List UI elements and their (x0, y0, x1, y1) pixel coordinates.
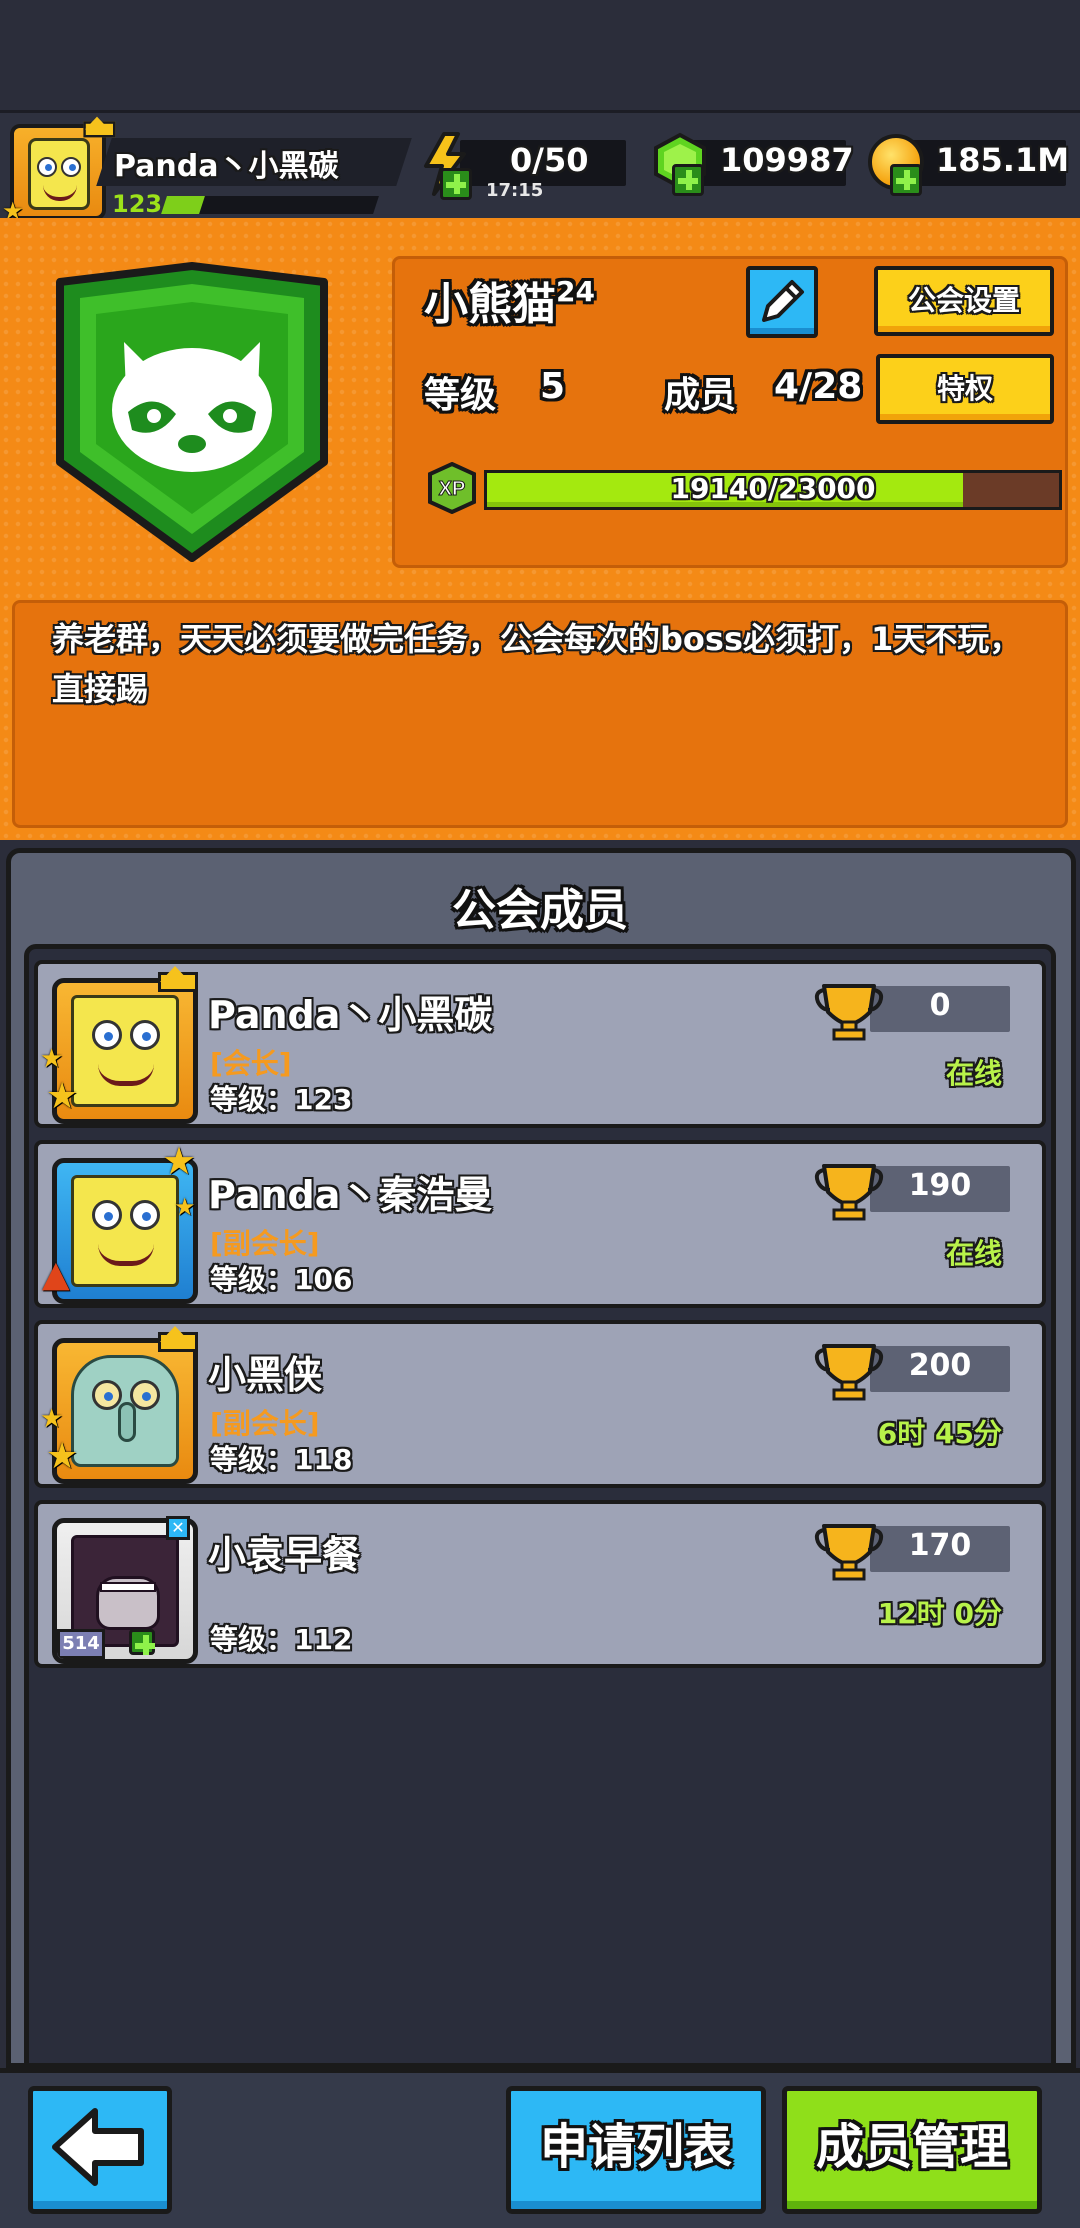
xp-icon-label: XP (439, 478, 466, 500)
eye-icon (61, 157, 81, 177)
member-name: Panda丶小黑碳 (208, 993, 493, 1037)
member-name: 小黑侠 (208, 1353, 323, 1397)
eye-icon (130, 1200, 160, 1230)
eye-icon (37, 157, 57, 177)
mouth-icon (98, 1244, 154, 1266)
close-icon[interactable]: ✕ (166, 1516, 190, 1540)
privilege-button[interactable]: 特权 (876, 354, 1054, 424)
members-title: 公会成员 (452, 885, 628, 936)
player-avatar[interactable] (10, 124, 106, 220)
eye-icon (92, 1200, 122, 1230)
member-status: 6时 45分 (877, 1417, 1002, 1450)
guild-xp-text: 19140/23000 (670, 472, 876, 505)
member-name: 小袁早餐 (208, 1533, 361, 1577)
status-area (0, 0, 1080, 110)
star-icon: ★ (40, 1404, 64, 1434)
spongebob-face (28, 138, 90, 210)
member-level: 等级：123 (210, 1083, 353, 1116)
member-score: 190 (908, 1168, 972, 1203)
eye-icon (92, 1020, 122, 1050)
pencil-icon (762, 280, 804, 322)
guild-name-superscript: 24 (556, 275, 595, 308)
gem-value: 109987 (720, 141, 854, 179)
back-arrow-icon (52, 2108, 144, 2186)
member-row[interactable]: ★ ★ 小黑侠 [副会长] 等级：118 200 6时 45分 (34, 1320, 1046, 1488)
guild-description: 养老群，天天必须要做完任务，公会每次的boss必须打，1天不玩，直接踢 (52, 620, 1022, 708)
guild-settings-button[interactable]: 公会设置 (874, 266, 1054, 336)
crown-icon (158, 1326, 198, 1352)
member-row[interactable]: ★ ★ Panda丶小黑碳 [会长] 等级：123 0 在线 (34, 960, 1046, 1128)
coin-value: 185.1M (936, 141, 1070, 179)
player-name: Panda丶小黑碳 (114, 149, 339, 184)
member-score: 170 (908, 1528, 972, 1563)
crown-icon (83, 116, 116, 138)
guild-members-value: 4/28 (774, 366, 863, 407)
member-status: 在线 (945, 1057, 1002, 1090)
guild-level-value: 5 (540, 366, 566, 407)
energy-timer: 17:15 (486, 180, 544, 201)
add-coins-icon[interactable] (890, 164, 922, 196)
guild-name: 小熊猫24 (424, 268, 595, 332)
star-icon: ★ (40, 1044, 64, 1074)
bandage-icon (100, 1582, 156, 1592)
guild-level-label: 等级 (424, 375, 497, 416)
member-level: 等级：106 (210, 1263, 353, 1296)
tent-icon: ▲ (42, 1254, 70, 1295)
member-manage-button[interactable]: 成员管理 (782, 2086, 1042, 2214)
star-icon: ★ (46, 1436, 79, 1477)
apply-list-button[interactable]: 申请列表 (506, 2086, 766, 2214)
eye-icon (130, 1020, 160, 1050)
squidward-avatar (71, 1355, 179, 1467)
player-level: 123 (112, 190, 163, 218)
xp-icon: XP (428, 462, 476, 514)
player-xp-bar (161, 196, 379, 214)
eye-icon (92, 1380, 122, 1410)
member-role: [会长] (210, 1047, 292, 1080)
spongebob-avatar (71, 1175, 179, 1287)
member-name: Panda丶秦浩曼 (208, 1173, 493, 1217)
back-button[interactable] (28, 2086, 172, 2214)
member-role: [副会长] (210, 1227, 320, 1260)
member-status: 12时 0分 (877, 1597, 1002, 1630)
member-role: [副会长] (210, 1407, 320, 1440)
star-icon: ★ (174, 1193, 196, 1221)
member-badge: 514 (57, 1629, 105, 1659)
member-score: 0 (929, 988, 951, 1023)
member-level: 等级：112 (210, 1623, 353, 1656)
add-icon (129, 1629, 155, 1655)
member-score: 200 (908, 1348, 972, 1383)
crown-icon (158, 966, 198, 992)
member-status: 在线 (945, 1237, 1002, 1270)
member-row[interactable]: 514 ✕ 小袁早餐 等级：112 170 12时 0分 (34, 1500, 1046, 1668)
add-energy-icon[interactable] (440, 168, 472, 200)
energy-value: 0/50 (510, 141, 589, 179)
guild-members-label: 成员 (664, 375, 737, 416)
raccoon-guild-badge-icon (56, 262, 328, 562)
mouth-icon (43, 185, 77, 201)
player-xp-fill (161, 196, 206, 214)
star-icon: ★ (46, 1076, 79, 1117)
member-row[interactable]: ★ ★ ▲ Panda丶秦浩曼 [副会长] 等级：106 190 在线 (34, 1140, 1046, 1308)
spongebob-avatar (71, 995, 179, 1107)
nose-icon (118, 1402, 136, 1442)
member-level: 等级：118 (210, 1443, 353, 1476)
mouth-icon (98, 1064, 154, 1086)
star-icon: ★ (162, 1139, 197, 1183)
edit-guild-button[interactable] (746, 266, 818, 338)
guild-name-text: 小熊猫 (424, 279, 556, 330)
add-gems-icon[interactable] (672, 164, 704, 196)
